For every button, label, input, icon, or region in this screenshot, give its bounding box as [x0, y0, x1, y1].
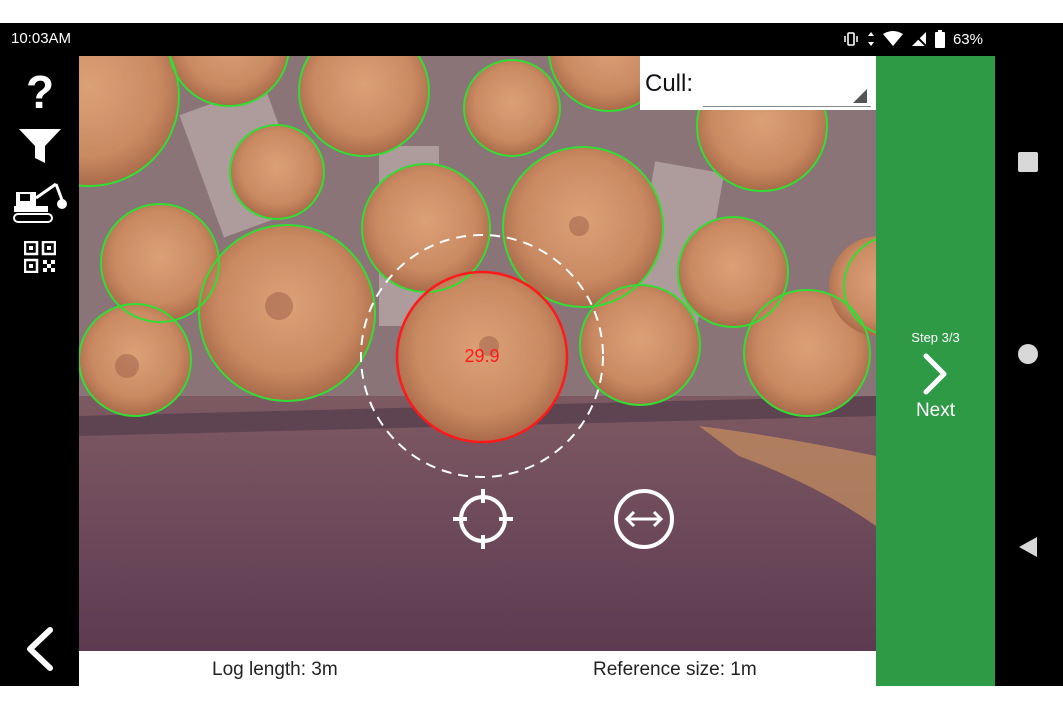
data-arrows-icon: [867, 32, 874, 46]
chevron-right-icon: [923, 353, 947, 395]
help-icon: ?: [26, 68, 54, 114]
log-length-text: Log length: 3m: [212, 659, 338, 680]
filter-icon: [19, 129, 61, 163]
bottom-margin: [0, 686, 1063, 709]
dropdown-arrow-icon: [853, 89, 867, 103]
top-margin: [0, 0, 1063, 23]
camera-view[interactable]: 29.9: [79, 56, 876, 651]
home-circle-icon: [1018, 344, 1038, 364]
status-bar: 10:03AM 63%: [0, 23, 995, 56]
cull-dropdown[interactable]: [703, 68, 871, 107]
step-indicator: Step 3/3: [911, 330, 960, 345]
status-icons: 63%: [843, 30, 983, 48]
cull-panel: Cull:: [640, 56, 876, 110]
qr-code-icon: [24, 241, 56, 273]
battery-icon: [934, 30, 945, 48]
cull-label: Cull:: [645, 70, 694, 97]
center-button[interactable]: [451, 487, 515, 551]
status-time: 10:03AM: [11, 30, 72, 47]
back-triangle-icon: [1019, 537, 1037, 557]
vibrate-icon: [844, 32, 858, 46]
nav-back-button[interactable]: [1017, 535, 1039, 564]
harvester-button[interactable]: [10, 176, 70, 224]
recents-square-icon: [1018, 152, 1038, 172]
bottom-info-bar: Log length: 3m Reference size: 1m: [79, 651, 876, 686]
crosshair-icon: [453, 489, 513, 549]
resize-horizontal-icon: [614, 489, 674, 549]
reference-size-text: Reference size: 1m: [593, 659, 757, 680]
chevron-left-icon: [27, 627, 53, 671]
back-button[interactable]: [14, 626, 64, 672]
battery-percent: 63%: [952, 30, 983, 48]
recents-button[interactable]: [1017, 151, 1039, 178]
left-toolbar: ?: [0, 56, 79, 686]
help-button[interactable]: ?: [10, 68, 70, 114]
qr-scan-button[interactable]: [10, 240, 70, 274]
home-button[interactable]: [1017, 343, 1039, 370]
wifi-icon: [882, 31, 903, 46]
selected-log-diameter: 29.9: [464, 346, 500, 366]
harvester-icon: [13, 182, 67, 223]
next-button-label: Next: [915, 400, 956, 421]
system-nav-bar: [995, 23, 1063, 686]
no-signal-icon: [911, 31, 927, 47]
filter-button[interactable]: [10, 128, 70, 164]
resize-button[interactable]: [612, 487, 676, 551]
next-panel[interactable]: Step 3/3 Next: [876, 56, 995, 686]
svg-text:?: ?: [26, 68, 54, 114]
